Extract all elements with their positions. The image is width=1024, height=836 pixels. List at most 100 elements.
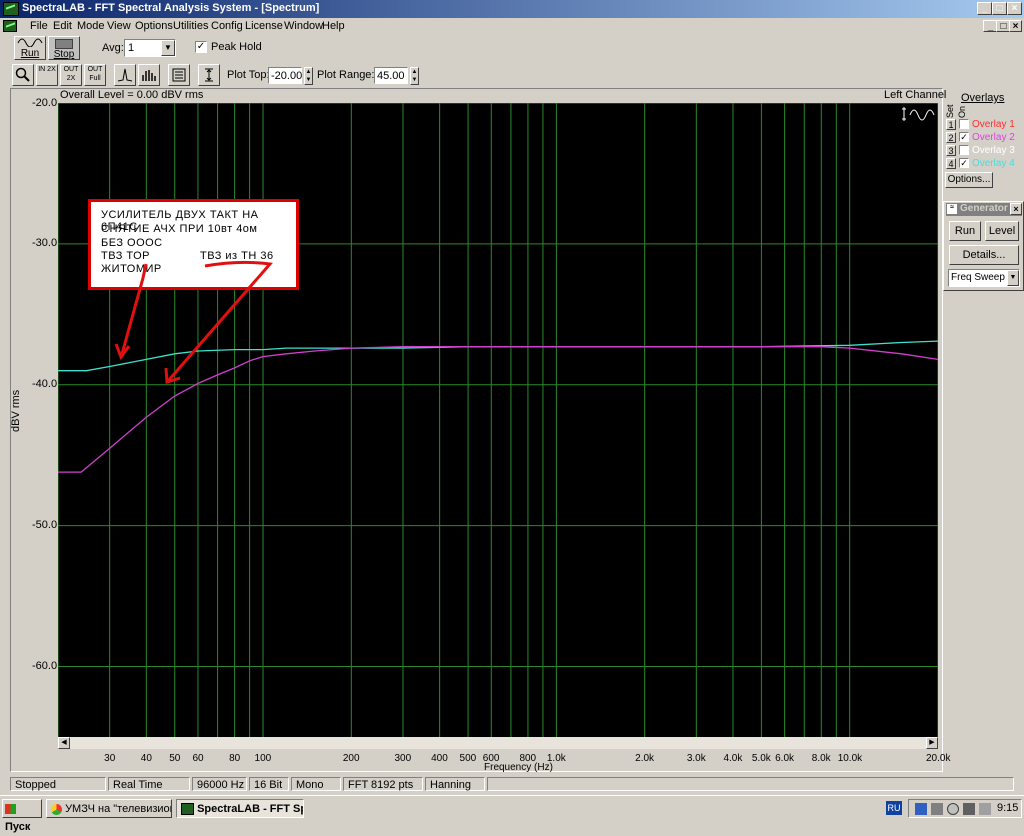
generator-mode-select[interactable]: Freq Sweep ▼ xyxy=(948,269,1020,287)
minimize-button[interactable]: _ xyxy=(977,2,992,15)
menu-options[interactable]: Options xyxy=(135,20,173,32)
plot-range-input[interactable]: 45.00 xyxy=(374,67,408,84)
taskbar-item-spectralab[interactable]: SpectraLAB - FFT Spe... xyxy=(176,799,304,818)
avg-label: Avg: xyxy=(102,42,124,54)
doc-icon[interactable] xyxy=(3,20,17,32)
overlay-set-button[interactable]: 3 xyxy=(946,145,956,156)
overlay-checkbox[interactable] xyxy=(959,145,969,155)
menu-config[interactable]: Config xyxy=(211,20,243,32)
generator-close-button[interactable]: × xyxy=(1010,203,1022,215)
overlay-set-button[interactable]: 4 xyxy=(946,158,956,169)
chevron-down-icon[interactable]: ▼ xyxy=(1007,270,1019,286)
title-bar[interactable]: SpectraLAB - FFT Spectral Analysis Syste… xyxy=(0,0,1024,18)
plot-top-label: Plot Top: xyxy=(227,69,270,81)
menu-help[interactable]: Help xyxy=(322,20,345,32)
status-channels: Mono xyxy=(291,777,341,791)
scroll-right-button[interactable]: ▶ xyxy=(926,737,938,749)
app-icon[interactable] xyxy=(3,2,19,16)
horizontal-scrollbar[interactable]: ◀ ▶ xyxy=(58,737,938,749)
x-tick-label: 6.0k xyxy=(775,753,795,764)
overlay-set-button[interactable]: 1 xyxy=(946,119,956,130)
display-settings-button[interactable] xyxy=(168,64,190,86)
annotation-line: БЕЗ ОООС xyxy=(101,237,163,249)
generator-icon: ≈ xyxy=(947,204,957,214)
zoom-button[interactable] xyxy=(12,64,34,86)
generator-titlebar[interactable]: ≈ Generator × xyxy=(946,203,1022,216)
x-tick-label: 8.0k xyxy=(811,753,831,764)
x-axis-label: Frequency (Hz) xyxy=(484,762,553,773)
menu-file[interactable]: File xyxy=(30,20,48,32)
x-tick-label: 200 xyxy=(342,753,360,764)
child-close-button[interactable]: × xyxy=(1009,20,1022,32)
menu-edit[interactable]: Edit xyxy=(53,20,72,32)
run-label: Run xyxy=(20,48,40,59)
chevron-down-icon[interactable]: ▼ xyxy=(161,40,175,56)
plot-toolbar: IN 2X OUT 2X OUT Full Plot Top: -20.00 ▲… xyxy=(0,62,1024,88)
x-tick-label: 4.0k xyxy=(723,753,743,764)
channel-text: Left Channel xyxy=(884,89,947,101)
main-toolbar: Run Stop Avg: 1 ▼ ✓ Peak Hold xyxy=(0,34,1024,62)
tray-clock-icon[interactable] xyxy=(947,803,959,815)
menu-window[interactable]: Window xyxy=(284,20,323,32)
x-tick-label: 80 xyxy=(229,753,241,764)
menu-mode[interactable]: Mode xyxy=(77,20,105,32)
overlay-options-button[interactable]: Options... xyxy=(945,172,993,188)
zoom-out-2x-button[interactable]: OUT 2X xyxy=(60,64,82,86)
spectralab-icon xyxy=(181,803,194,816)
plot-top-spinner[interactable]: ▲ ▼ xyxy=(304,67,313,85)
generator-mode-value: Freq Sweep xyxy=(951,272,1005,283)
status-mode: Real Time xyxy=(108,777,190,791)
tray-network-icon[interactable] xyxy=(915,803,927,815)
status-bit-depth: 16 Bit xyxy=(249,777,289,791)
menu-view[interactable]: View xyxy=(107,20,131,32)
overlay-checkbox[interactable] xyxy=(959,119,969,129)
start-label: Пуск xyxy=(5,821,31,833)
zoom-in-2x-button[interactable]: IN 2X xyxy=(36,64,58,86)
run-button[interactable]: Run xyxy=(14,36,46,60)
menu-utilities[interactable]: Utilities xyxy=(173,20,208,32)
tray-speaker-icon[interactable] xyxy=(963,803,975,815)
bar-graph-button[interactable] xyxy=(138,64,160,86)
overlay-label: Overlay 2 xyxy=(972,132,1015,143)
generator-title: Generator xyxy=(960,203,1008,214)
avg-value: 1 xyxy=(128,42,135,54)
plot-range-label: Plot Range: xyxy=(317,69,375,81)
status-window: Hanning xyxy=(425,777,485,791)
panel-icon xyxy=(172,68,186,82)
maximize-button[interactable]: □ xyxy=(992,2,1007,15)
plot-top-input[interactable]: -20.00 xyxy=(268,67,302,84)
annotation-right-label: ТВЗ из ТН 36 xyxy=(200,250,274,262)
task2-label: SpectraLAB - FFT Spe... xyxy=(197,803,303,815)
plot-range-value: 45.00 xyxy=(377,70,405,82)
peak-marker-button[interactable] xyxy=(114,64,136,86)
overlay-checkbox[interactable]: ✓ xyxy=(959,132,969,142)
language-indicator[interactable]: RU xyxy=(886,801,902,815)
close-button[interactable]: × xyxy=(1007,2,1022,15)
overlay-label: Overlay 4 xyxy=(972,158,1015,169)
peak-hold-checkbox[interactable]: ✓ xyxy=(195,41,207,53)
menu-license[interactable]: License xyxy=(245,20,283,32)
plot-range-spinner[interactable]: ▲ ▼ xyxy=(410,67,419,85)
stop-button[interactable]: Stop xyxy=(48,36,80,60)
overlay-label: Overlay 3 xyxy=(972,145,1015,156)
scroll-left-button[interactable]: ◀ xyxy=(58,737,70,749)
stop-label: Stop xyxy=(53,49,75,60)
scale-button[interactable] xyxy=(198,64,220,86)
tray-app-icon[interactable] xyxy=(979,803,991,815)
taskbar-item-browser[interactable]: УМЗЧ на "телевизионн... xyxy=(46,799,172,818)
peak-hold-label: Peak Hold xyxy=(211,41,262,53)
vertical-scale-icon xyxy=(205,68,213,82)
zoom-out-full-button[interactable]: OUT Full xyxy=(84,64,106,86)
overlay-set-button[interactable]: 2 xyxy=(946,132,956,143)
start-button[interactable]: Пуск xyxy=(2,799,42,833)
generator-level-button[interactable]: Level xyxy=(985,221,1019,241)
overlay-checkbox[interactable]: ✓ xyxy=(959,158,969,168)
tray-display-icon[interactable] xyxy=(931,803,943,815)
x-tick-label: 500 xyxy=(459,753,477,764)
series-line-overlay-2 xyxy=(58,346,938,473)
generator-details-button[interactable]: Details... xyxy=(949,245,1019,265)
avg-select[interactable]: 1 ▼ xyxy=(124,39,176,57)
y-tick-label: -30.0 xyxy=(32,237,58,249)
waveform-scale-icon[interactable] xyxy=(902,105,936,125)
generator-run-button[interactable]: Run xyxy=(949,221,981,241)
